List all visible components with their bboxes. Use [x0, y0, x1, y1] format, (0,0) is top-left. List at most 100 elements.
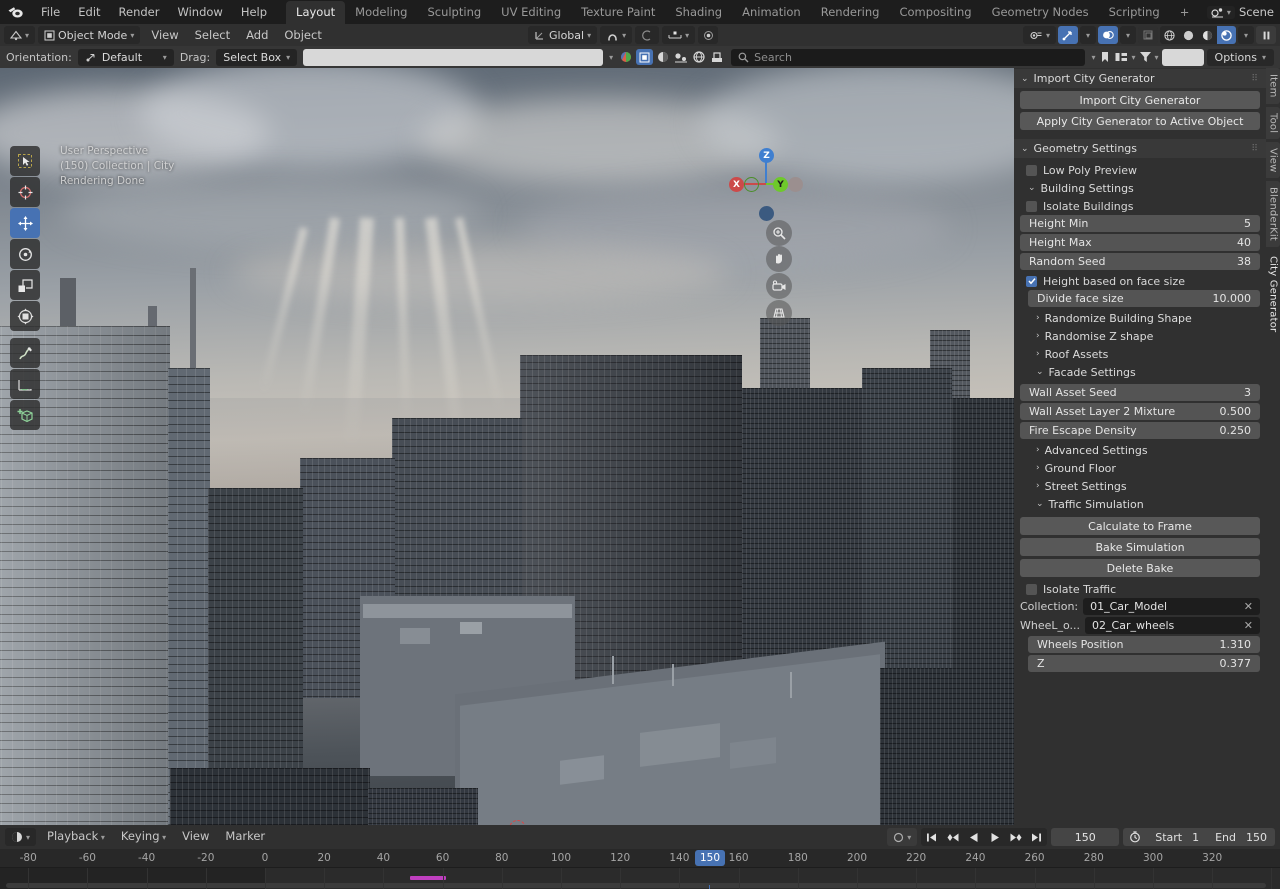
- transform-tool[interactable]: [10, 301, 40, 331]
- height-min-field[interactable]: Height Min 5: [1020, 215, 1260, 232]
- end-frame-field[interactable]: End 150: [1207, 828, 1275, 846]
- subpanel-header-street-settings[interactable]: › Street Settings: [1020, 477, 1260, 495]
- visibility-selector[interactable]: ▾: [1023, 26, 1056, 44]
- viewport-menu-add[interactable]: Add: [238, 26, 276, 44]
- navigation-gizmo[interactable]: Z X Y: [722, 140, 800, 218]
- subpanel-header-building-settings[interactable]: ⌄ Building Settings: [1020, 179, 1260, 197]
- timeline-menu-keying[interactable]: Keying ▾: [113, 827, 174, 847]
- clear-x-icon[interactable]: ✕: [1244, 619, 1253, 632]
- drag-dropdown[interactable]: Select Box ▾: [216, 49, 297, 66]
- workspace-tab-shading[interactable]: Shading: [665, 1, 732, 24]
- delete-bake-button[interactable]: Delete Bake: [1020, 559, 1260, 577]
- menu-help[interactable]: Help: [232, 2, 276, 22]
- height-based-on-face-size-row[interactable]: Height based on face size: [1020, 272, 1260, 290]
- sidebar-tab-city-generator[interactable]: City Generator: [1266, 250, 1280, 338]
- camera-view-button[interactable]: [766, 273, 792, 299]
- subpanel-header-randomize-building-shape[interactable]: › Randomize Building Shape: [1020, 309, 1260, 327]
- workspace-tab-scripting[interactable]: Scripting: [1099, 1, 1170, 24]
- timeline-editor-type-selector[interactable]: ▾: [5, 828, 36, 846]
- isolate-buildings-row[interactable]: Isolate Buildings: [1020, 197, 1260, 215]
- isolate-traffic-row[interactable]: Isolate Traffic: [1020, 580, 1260, 598]
- editor-type-selector[interactable]: ▾: [4, 26, 35, 44]
- panel-header-geometry-settings[interactable]: ⌄ Geometry Settings ⠿: [1014, 139, 1266, 158]
- workspace-tab-animation[interactable]: Animation: [732, 1, 811, 24]
- workspace-tab-uv-editing[interactable]: UV Editing: [491, 1, 571, 24]
- use-preview-range-button[interactable]: [1123, 828, 1147, 846]
- play-button[interactable]: [984, 828, 1005, 846]
- search-input[interactable]: Search: [731, 49, 1085, 66]
- axis-ball-y[interactable]: Y: [773, 177, 788, 192]
- filter-icon[interactable]: [1139, 50, 1152, 64]
- marker-strip[interactable]: [410, 876, 446, 880]
- divide-face-size-field[interactable]: Divide face size 10.000: [1028, 290, 1260, 307]
- rotate-tool[interactable]: [10, 239, 40, 269]
- workspace-tab-sculpting[interactable]: Sculpting: [417, 1, 491, 24]
- timeline-menu-marker[interactable]: Marker: [217, 827, 273, 847]
- axis-ball-neg-x[interactable]: [788, 177, 803, 192]
- workspace-tab-modeling[interactable]: Modeling: [345, 1, 417, 24]
- playhead-badge[interactable]: 150: [695, 850, 725, 866]
- zoom-view-button[interactable]: [766, 220, 792, 246]
- proportional-falloff-selector[interactable]: ▾: [662, 26, 695, 44]
- axis-ball-neg-y[interactable]: [744, 177, 759, 192]
- rendered-shading-button[interactable]: [1217, 26, 1236, 44]
- overlays-toggle[interactable]: [1098, 26, 1118, 44]
- workspace-tab-compositing[interactable]: Compositing: [889, 1, 981, 24]
- bake-simulation-button[interactable]: Bake Simulation: [1020, 538, 1260, 556]
- subpanel-header-ground-floor[interactable]: › Ground Floor: [1020, 459, 1260, 477]
- low-poly-preview-checkbox[interactable]: [1026, 165, 1037, 176]
- record-button[interactable]: [698, 26, 718, 44]
- add-cube-tool[interactable]: [10, 400, 40, 430]
- options-button[interactable]: Options ▾: [1207, 49, 1274, 66]
- isolate-traffic-checkbox[interactable]: [1026, 584, 1037, 595]
- height-based-on-face-size-checkbox[interactable]: [1026, 276, 1037, 287]
- workspace-tab-texture-paint[interactable]: Texture Paint: [571, 1, 665, 24]
- blender-logo-icon[interactable]: [6, 3, 26, 21]
- snapping-toggle[interactable]: ▾: [600, 26, 632, 44]
- sidebar-tab-tool[interactable]: Tool: [1266, 107, 1280, 139]
- toggle-perspective-button[interactable]: [766, 300, 792, 326]
- pan-view-button[interactable]: [766, 246, 792, 272]
- menu-render[interactable]: Render: [110, 2, 169, 22]
- orientation-dropdown[interactable]: Default ▾: [78, 49, 174, 66]
- measure-tool[interactable]: [10, 369, 40, 399]
- timeline-track-area[interactable]: [0, 868, 1280, 889]
- jump-prev-keyframe-button[interactable]: [942, 828, 963, 846]
- fire-escape-density-field[interactable]: Fire Escape Density 0.250: [1020, 422, 1260, 439]
- material-preview-button[interactable]: [1198, 26, 1217, 44]
- overlays-dropdown[interactable]: ▾: [1120, 26, 1136, 44]
- collection-field[interactable]: 01_Car_Model ✕: [1083, 598, 1260, 615]
- timeline-menu-playback[interactable]: Playback ▾: [39, 827, 113, 847]
- viewport-menu-view[interactable]: View: [143, 26, 186, 44]
- tweak-select-tool[interactable]: [10, 146, 40, 176]
- pause-render-button[interactable]: [1256, 26, 1276, 44]
- play-reverse-button[interactable]: [963, 828, 984, 846]
- workspace-tab-+[interactable]: +: [1170, 1, 1200, 24]
- jump-next-keyframe-button[interactable]: [1005, 828, 1026, 846]
- timeline-ruler[interactable]: 150 -80-60-40-20020406080100120140160180…: [0, 849, 1280, 868]
- apply-city-generator-button[interactable]: Apply City Generator to Active Object: [1020, 112, 1260, 130]
- auto-keying-toggle[interactable]: ▾: [887, 828, 917, 846]
- wheels-position-field[interactable]: Wheels Position 1.310: [1028, 636, 1260, 653]
- 3d-viewport[interactable]: User Perspective (150) Collection | City…: [0, 68, 1014, 825]
- world-icon[interactable]: [655, 50, 671, 64]
- cursor-tool[interactable]: [10, 177, 40, 207]
- z-field[interactable]: Z 0.377: [1028, 655, 1260, 672]
- brush-icon[interactable]: [709, 50, 725, 64]
- jump-to-start-button[interactable]: [921, 828, 942, 846]
- scene-selector[interactable]: ▾: [1207, 6, 1235, 19]
- wheel-object-field[interactable]: 02_Car_wheels ✕: [1085, 617, 1260, 634]
- subpanel-header-randomise-z-shape[interactable]: › Randomise Z shape: [1020, 327, 1260, 345]
- subpanel-header-traffic-simulation[interactable]: ⌄ Traffic Simulation: [1020, 495, 1260, 513]
- import-city-generator-button[interactable]: Import City Generator: [1020, 91, 1260, 109]
- current-frame-field[interactable]: 150: [1051, 828, 1119, 846]
- annotate-tool[interactable]: [10, 338, 40, 368]
- interaction-mode-selector[interactable]: Object Mode ▾: [38, 26, 140, 44]
- workspace-tab-geometry-nodes[interactable]: Geometry Nodes: [982, 1, 1099, 24]
- height-max-field[interactable]: Height Max 40: [1020, 234, 1260, 251]
- viewport-menu-object[interactable]: Object: [276, 26, 329, 44]
- shading-dropdown[interactable]: ▾: [1238, 26, 1254, 44]
- right-blank-field[interactable]: [1162, 49, 1204, 66]
- proportional-editing-toggle[interactable]: [635, 26, 659, 44]
- start-frame-field[interactable]: Start 1: [1147, 828, 1207, 846]
